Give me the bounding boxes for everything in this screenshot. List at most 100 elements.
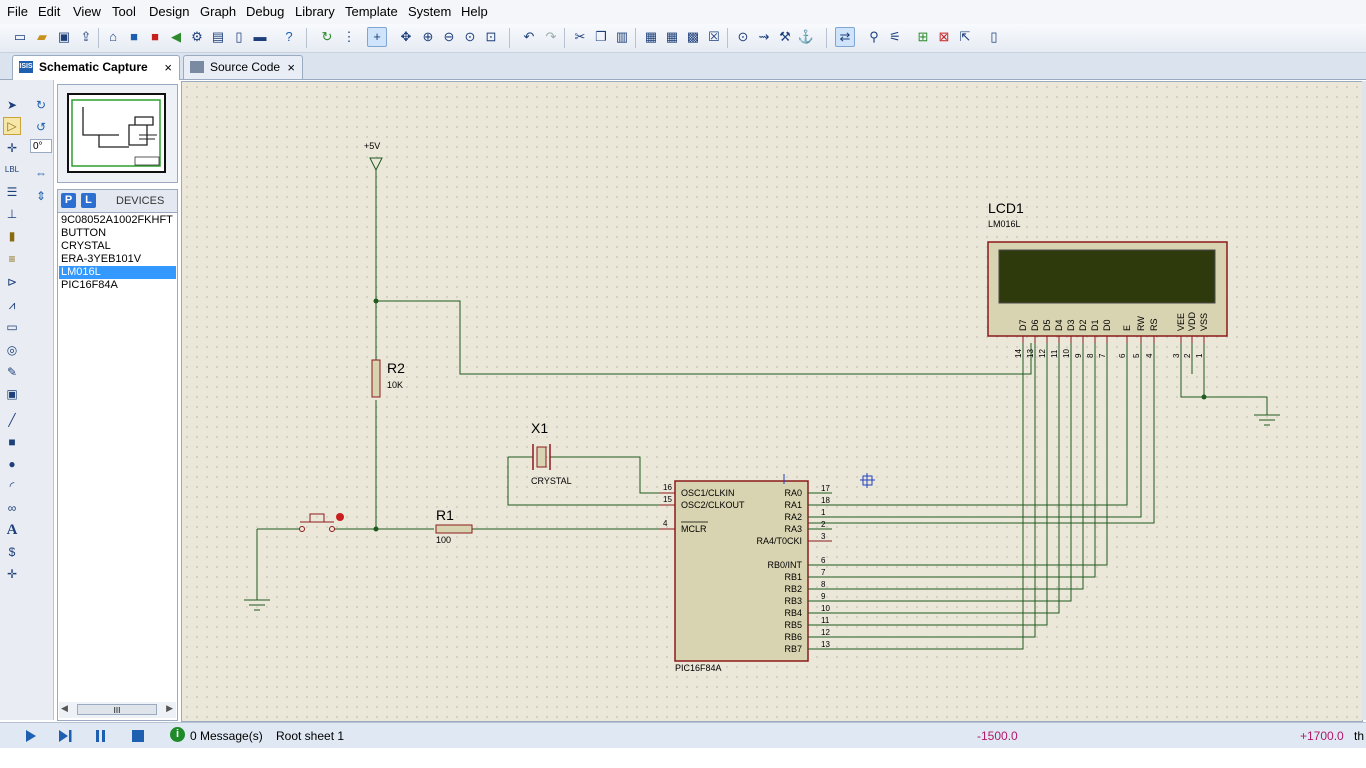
settings-icon[interactable]: ⚙ xyxy=(187,27,207,47)
menu-design[interactable]: Design xyxy=(149,4,189,19)
refresh-icon[interactable]: ↻ xyxy=(317,27,337,47)
block-move-icon[interactable]: ▦ xyxy=(662,27,682,47)
device-list-item[interactable]: PIC16F84A xyxy=(59,279,176,292)
device-list-item[interactable]: CRYSTAL xyxy=(59,240,176,253)
paste-icon[interactable]: ▥ xyxy=(612,27,632,47)
device-list-item[interactable]: BUTTON xyxy=(59,227,176,240)
circle-tool-icon[interactable]: ● xyxy=(3,455,21,473)
tape-recorder-icon[interactable]: ▭ xyxy=(3,318,21,336)
property-assignment-icon[interactable]: ⚟ xyxy=(885,27,905,47)
menu-debug[interactable]: Debug xyxy=(246,4,284,19)
electrical-rule-check-icon[interactable]: ▯ xyxy=(984,27,1004,47)
close-icon[interactable]: × xyxy=(287,56,295,79)
scroll-right-icon[interactable]: ▶ xyxy=(166,703,173,714)
resistor-r1[interactable]: R1 100 xyxy=(435,507,473,545)
origin-icon[interactable]: + xyxy=(367,27,387,47)
step-icon[interactable] xyxy=(56,727,74,745)
subcircuit-icon[interactable]: ▮ xyxy=(3,227,21,245)
make-device-icon[interactable]: ⇝ xyxy=(754,27,774,47)
device-list-item[interactable]: 9C08052A1002FKHFT xyxy=(59,214,176,227)
zoom-in-icon[interactable]: ⊕ xyxy=(418,27,438,47)
wire-label-icon[interactable]: LBL xyxy=(3,161,21,179)
menu-help[interactable]: Help xyxy=(461,4,488,19)
device-list-scrollbar[interactable]: ◀ III ▶ xyxy=(59,702,176,718)
path-tool-icon[interactable]: ∞ xyxy=(3,499,21,517)
scroll-left-icon[interactable]: ◀ xyxy=(61,703,68,714)
buses-icon[interactable]: ⊥ xyxy=(3,205,21,223)
menu-library[interactable]: Library xyxy=(295,4,335,19)
menu-edit[interactable]: Edit xyxy=(38,4,60,19)
power-terminal[interactable]: +5V xyxy=(364,141,383,172)
schematic-canvas[interactable]: +5V R2 10K R1 100 X1 CRYSTAL LCD1 LM016L… xyxy=(181,81,1363,722)
mirror-horizontal-icon[interactable]: ⇔ xyxy=(32,164,50,182)
search-icon[interactable]: ⚲ xyxy=(864,27,884,47)
device-list-item[interactable]: ERA-3YEB101V xyxy=(59,253,176,266)
close-icon[interactable]: × xyxy=(164,56,172,79)
text-tool-icon[interactable]: A xyxy=(3,521,21,539)
marker-tool-icon[interactable]: ✛ xyxy=(3,565,21,583)
menu-view[interactable]: View xyxy=(73,4,101,19)
tab-schematic-capture[interactable]: ISIS Schematic Capture × xyxy=(12,55,180,80)
crystal-x1[interactable]: X1 CRYSTAL xyxy=(531,420,572,486)
rotate-anticlockwise-icon[interactable]: ↺ xyxy=(32,118,50,136)
home-icon[interactable]: ⌂ xyxy=(103,27,123,47)
menu-graph[interactable]: Graph xyxy=(200,4,236,19)
canvas-vertical-scrollbar[interactable] xyxy=(1362,81,1366,720)
mirror-vertical-icon[interactable]: ⇕ xyxy=(32,187,50,205)
overview-window[interactable] xyxy=(57,84,178,183)
voltage-probe-icon[interactable]: ✎ xyxy=(3,363,21,381)
delete-sheet-icon[interactable]: ⊠ xyxy=(934,27,954,47)
schematic-icon[interactable]: ■ xyxy=(124,27,144,47)
pick-device-icon[interactable]: ⊙ xyxy=(733,27,753,47)
button-state-indicator[interactable] xyxy=(336,513,344,521)
resistor-r2[interactable]: R2 10K xyxy=(371,359,405,398)
menu-tool[interactable]: Tool xyxy=(112,4,136,19)
new-sheet-icon[interactable]: ⊞ xyxy=(913,27,933,47)
box-tool-icon[interactable]: ■ xyxy=(3,433,21,451)
pick-devices-button[interactable]: P xyxy=(61,193,76,208)
copy-icon[interactable]: ❐ xyxy=(591,27,611,47)
undo-icon[interactable]: ↶ xyxy=(519,27,539,47)
zoom-out-icon[interactable]: ⊖ xyxy=(439,27,459,47)
virtual-instruments-icon[interactable]: ▣ xyxy=(3,385,21,403)
block-copy-icon[interactable]: ▦ xyxy=(641,27,661,47)
back-icon[interactable]: ◀ xyxy=(166,27,186,47)
wire-autorouter-icon[interactable]: ⇄ xyxy=(835,27,855,47)
help-icon[interactable]: ? xyxy=(279,27,299,47)
source-code-icon[interactable]: ▬ xyxy=(250,27,270,47)
bom-icon[interactable]: ▤ xyxy=(208,27,228,47)
decompose-icon[interactable]: ⚓ xyxy=(796,27,816,47)
selection-mode-icon[interactable]: ➤ xyxy=(3,96,21,114)
messages-count[interactable]: 0 Message(s) xyxy=(190,729,263,743)
rotation-angle-field[interactable]: 0° xyxy=(30,139,52,153)
block-rotate-icon[interactable]: ▩ xyxy=(683,27,703,47)
scroll-thumb[interactable]: III xyxy=(77,704,157,715)
pause-icon[interactable] xyxy=(92,727,110,745)
pic16f84a-mcu[interactable]: PIC16F84A OSC1/CLKIN16OSC2/CLKOUT15MCLR4… xyxy=(660,480,832,673)
arc-tool-icon[interactable]: ◜ xyxy=(3,477,21,495)
menu-template[interactable]: Template xyxy=(345,4,398,19)
component-mode-icon[interactable]: ▷ xyxy=(3,117,21,135)
device-list-item-selected[interactable]: LM016L xyxy=(59,266,176,279)
menu-system[interactable]: System xyxy=(408,4,451,19)
block-delete-icon[interactable]: ☒ xyxy=(704,27,724,47)
text-script-icon[interactable]: ☰ xyxy=(3,183,21,201)
new-file-icon[interactable]: ▭ xyxy=(10,27,30,47)
cut-icon[interactable]: ✂ xyxy=(570,27,590,47)
lcd-lm016l[interactable]: LCD1 LM016L VSS 1 VDD 2 VEE 3 RS 4 RW 5 E 6 D0 7 D1 8 D2… xyxy=(987,200,1228,358)
junction-dot-icon[interactable]: ✛ xyxy=(3,139,21,157)
play-icon[interactable] xyxy=(21,727,39,745)
library-manager-button[interactable]: L xyxy=(81,193,96,208)
save-icon[interactable]: ▣ xyxy=(54,27,74,47)
stop-icon[interactable] xyxy=(129,727,147,745)
menu-file[interactable]: File xyxy=(7,4,28,19)
exit-to-parent-icon[interactable]: ⇱ xyxy=(955,27,975,47)
import-icon[interactable]: ⇪ xyxy=(76,27,96,47)
terminals-icon[interactable]: ≡ xyxy=(3,250,21,268)
rotate-clockwise-icon[interactable]: ↻ xyxy=(32,96,50,114)
open-folder-icon[interactable]: ▰ xyxy=(32,27,52,47)
tab-source-code[interactable]: Source Code × xyxy=(183,55,303,79)
pan-icon[interactable]: ✥ xyxy=(396,27,416,47)
document-icon[interactable]: ▯ xyxy=(229,27,249,47)
grid-icon[interactable]: ⋮ xyxy=(339,27,359,47)
